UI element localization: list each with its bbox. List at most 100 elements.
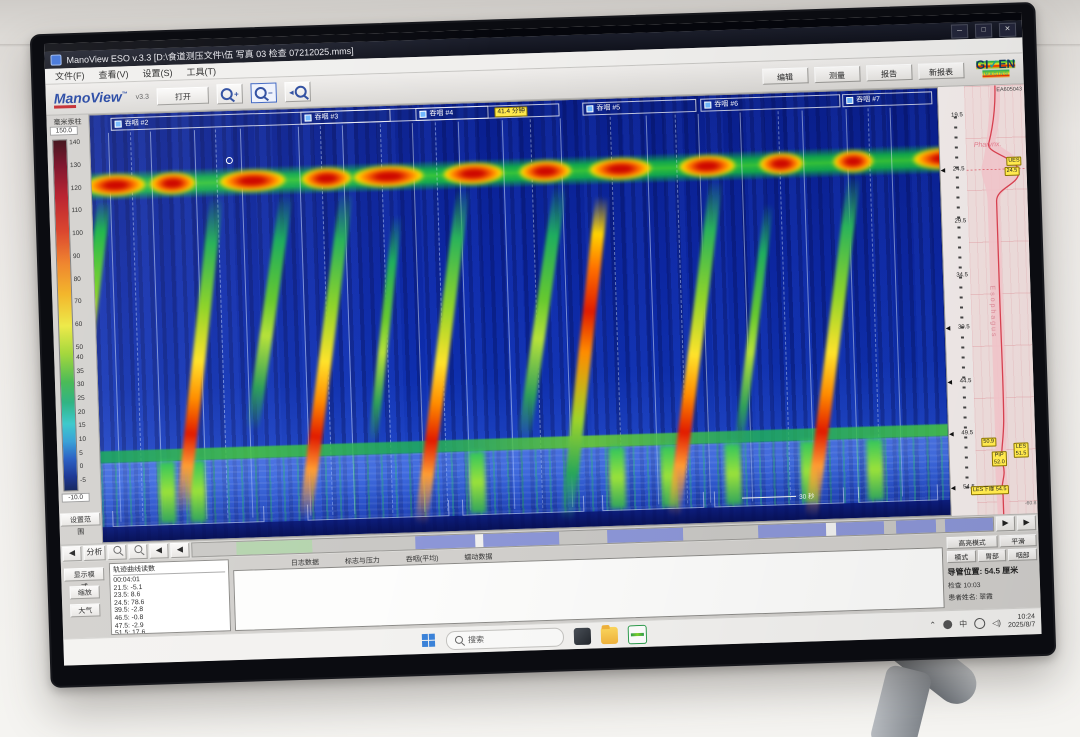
- step-left-icon[interactable]: ◀: [149, 543, 168, 559]
- menu-view[interactable]: 查看(V): [98, 67, 128, 81]
- pip-badge[interactable]: PIP52.0: [992, 451, 1007, 466]
- depth-marker-arrow[interactable]: ◀: [949, 431, 954, 438]
- tray-app-icon[interactable]: [943, 619, 952, 628]
- given-imaging-logo: GI✓EN IMAGING: [976, 60, 1016, 79]
- edit-button[interactable]: 编辑: [762, 67, 808, 84]
- depth-marker-arrow[interactable]: ◀: [946, 325, 951, 332]
- atmosphere-button[interactable]: 大气: [70, 603, 100, 617]
- tick-label: 140: [69, 139, 87, 147]
- time-marker-badge[interactable]: 41.4 分钟: [494, 106, 528, 117]
- ime-indicator[interactable]: 中: [959, 618, 967, 629]
- maximize-button[interactable]: □: [975, 23, 992, 38]
- swallow-pressure-streak: [246, 192, 293, 431]
- scale-line: [742, 495, 796, 498]
- legend-peristalsis-data[interactable]: 蠕动数据: [464, 551, 492, 562]
- ues-badge[interactable]: UES: [1006, 156, 1022, 165]
- analysis-button[interactable]: 分析: [83, 545, 105, 561]
- scale-max-value[interactable]: 150.0: [50, 126, 78, 136]
- legend-markers-pressure[interactable]: 标志与压力: [345, 555, 380, 566]
- zoom-mode-button[interactable]: 缩放: [70, 585, 100, 599]
- tray-chevron-icon[interactable]: ⌃: [929, 620, 936, 629]
- depth-label: 49.5: [955, 430, 973, 437]
- zoom-reset-button[interactable]: ◂: [285, 81, 312, 102]
- menu-file[interactable]: 文件(F): [55, 69, 85, 83]
- report-button[interactable]: 报告: [866, 64, 912, 81]
- taskbar-clock[interactable]: 10:24 2025/8/7: [1008, 613, 1036, 630]
- timeline-segment[interactable]: [559, 530, 607, 545]
- timeline-segment[interactable]: [683, 525, 759, 540]
- swallow-chip-icon: [115, 120, 122, 127]
- timeline-segment[interactable]: [826, 523, 836, 536]
- minimize-button[interactable]: ─: [951, 24, 968, 39]
- version-label: v3.3: [136, 93, 149, 100]
- pharynx-label: Pharynx.: [974, 141, 1002, 149]
- new-report-button[interactable]: 新报表: [918, 62, 964, 79]
- trace-readings-panel: 轨迹曲线读数 00:04:01 21.5: -5.1 23.5: 8.6 24.…: [109, 559, 231, 635]
- set-range-button[interactable]: 设置范围: [60, 512, 100, 526]
- step-left2-icon[interactable]: ◀: [170, 543, 189, 559]
- mode-button[interactable]: 模式: [947, 550, 976, 563]
- timeline-segment[interactable]: [415, 534, 475, 549]
- timeline-segment[interactable]: [945, 518, 993, 533]
- swallow-label-4[interactable]: 吞咽 #4: [415, 103, 559, 121]
- magnifier-back-icon: [294, 86, 306, 98]
- close-button[interactable]: ✕: [999, 22, 1016, 37]
- timeline-segment[interactable]: [884, 521, 896, 534]
- tray-circle-icon[interactable]: [974, 617, 985, 628]
- tick-label: 130: [70, 161, 88, 169]
- depth-marker-arrow[interactable]: ◀: [947, 379, 952, 386]
- folder-app-icon[interactable]: [601, 626, 619, 644]
- taskbar-search[interactable]: 搜索: [446, 627, 565, 650]
- step-right-icon[interactable]: ▶: [996, 516, 1015, 532]
- timeline-segment[interactable]: [236, 540, 312, 555]
- swallow-chip-icon: [419, 111, 426, 118]
- ues-value-badge[interactable]: 24.5: [1004, 167, 1019, 176]
- timeline-segment[interactable]: [935, 519, 945, 532]
- timeline-segment[interactable]: [483, 532, 559, 547]
- legend-swallow-average[interactable]: 吞咽(平均): [406, 553, 439, 564]
- measure-button[interactable]: 测量: [814, 66, 860, 83]
- tick-label: 15: [78, 422, 96, 430]
- swallow-chip-icon: [586, 105, 593, 112]
- swallow-label-7[interactable]: 吞咽 #7: [842, 91, 932, 107]
- timeline-segment[interactable]: [836, 521, 884, 536]
- timeline-zoom-in-button[interactable]: [107, 545, 126, 561]
- timeline-segment[interactable]: [192, 542, 236, 556]
- swallow-label-5[interactable]: 吞咽 #5: [582, 99, 696, 116]
- menu-tools[interactable]: 工具(T): [186, 64, 216, 78]
- scale-min-value[interactable]: -10.0: [62, 493, 90, 503]
- speaker-icon[interactable]: ◁): [992, 618, 1001, 627]
- swallow-label-6[interactable]: 吞咽 #6: [700, 94, 840, 112]
- step-right2-icon[interactable]: ▶: [1017, 515, 1036, 531]
- smooth-button[interactable]: 平滑: [999, 534, 1036, 547]
- zoom-out-button[interactable]: −: [251, 82, 278, 103]
- manoview-app-icon[interactable]: [628, 624, 648, 644]
- hrm-pressure-plot[interactable]: 吞咽 #2 吞咽 #3 吞咽 #4 吞咽 #5 吞咽 #6 吞咽 #7 41.4…: [88, 87, 951, 543]
- stomach-button[interactable]: 胃部: [978, 549, 1007, 562]
- depth-marker-arrow[interactable]: ◀: [940, 167, 945, 174]
- les-badge[interactable]: LES51.5: [1013, 442, 1028, 457]
- menu-settings[interactable]: 设置(S): [142, 66, 172, 80]
- les-bottom-badge[interactable]: LES下缘 54.5: [971, 485, 1009, 495]
- mid-value-badge[interactable]: 50.9: [981, 437, 996, 446]
- exam-time-label: 检查 10:03: [948, 577, 1038, 590]
- open-button[interactable]: 打开: [157, 86, 210, 105]
- timeline-segment[interactable]: [758, 523, 826, 538]
- timeline-segment[interactable]: [896, 519, 936, 533]
- zoom-in-button[interactable]: +: [217, 84, 244, 105]
- legend-log-data[interactable]: 日志数据: [291, 557, 319, 568]
- file-explorer-icon[interactable]: [574, 627, 592, 645]
- pharynx-button[interactable]: 咽部: [1008, 548, 1037, 561]
- scroll-left-icon[interactable]: ◀: [62, 546, 81, 562]
- patient-name-label: 患者姓名: 翠霞: [948, 589, 1038, 602]
- windows-start-icon[interactable]: [422, 634, 436, 648]
- highlight-mode-button[interactable]: 高亮模式: [946, 535, 997, 549]
- tick-label: -5: [80, 476, 98, 484]
- timeline-zoom-out-button[interactable]: [128, 544, 147, 560]
- swallow-pressure-streak: [368, 215, 402, 445]
- display-mode-button[interactable]: 显示模式: [64, 567, 104, 581]
- timeline-segment[interactable]: [312, 536, 416, 552]
- depth-marker-arrow[interactable]: ◀: [951, 485, 956, 492]
- search-icon: [455, 636, 463, 644]
- timeline-segment[interactable]: [607, 528, 683, 543]
